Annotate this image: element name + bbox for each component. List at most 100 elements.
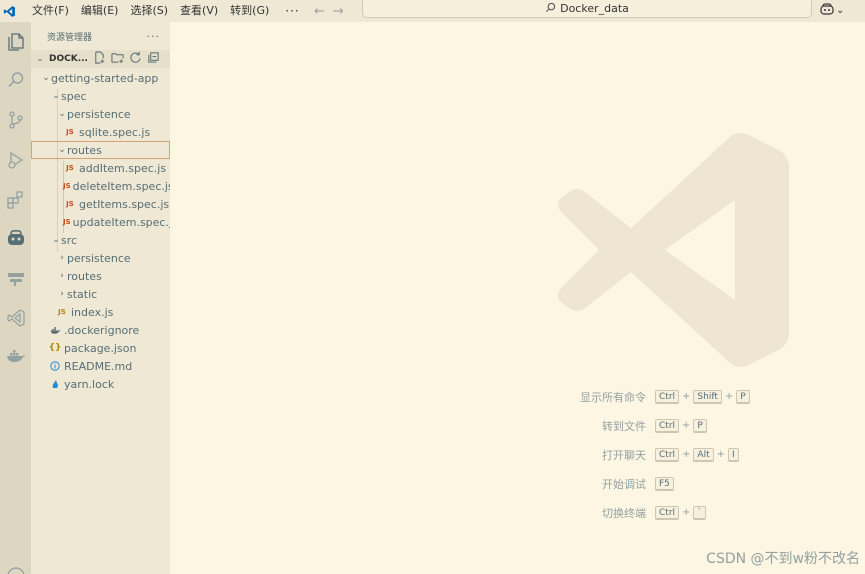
- key-ctrl: Ctrl: [655, 418, 680, 433]
- info-icon: [48, 361, 62, 371]
- shortcut-show-all-commands: 显示所有命令 Ctrl + Shift + P: [570, 382, 750, 411]
- shortcut-label: 开始调试: [602, 477, 646, 491]
- tree-item-label: updateItem.spec.js: [72, 215, 178, 229]
- vscode-watermark-icon: [555, 130, 791, 373]
- collapse-all-icon[interactable]: [147, 51, 160, 67]
- command-center[interactable]: Docker_data: [362, 0, 812, 18]
- shortcut-label: 切换终端: [602, 506, 646, 520]
- tree-item-label: yarn.lock: [64, 377, 115, 391]
- back-arrow-icon[interactable]: ←: [314, 4, 325, 19]
- tree-item-label: .dockerignore: [64, 323, 140, 337]
- source-control-icon[interactable]: [0, 106, 31, 134]
- explorer-sidebar: 资源管理器 ··· ⌄ DOCK... ⌄ getting-started-ap…: [31, 22, 178, 574]
- key-shift: Shift: [693, 389, 722, 404]
- tree-file-updateitem-spec[interactable]: JS updateItem.spec.js: [31, 213, 178, 231]
- tree-folder-routes-selected[interactable]: ⌄ routes: [31, 141, 170, 159]
- tree-file-getitems-spec[interactable]: JS getItems.spec.js: [31, 195, 170, 213]
- chevron-down-icon: ⌄: [52, 235, 60, 245]
- chevron-down-icon: ⌄: [42, 73, 50, 83]
- javascript-file-icon: JS: [66, 200, 74, 208]
- menu-more-button[interactable]: ···: [275, 4, 309, 18]
- tree-item-label: persistence: [67, 107, 131, 121]
- javascript-file-icon: JS: [66, 164, 74, 172]
- visual-studio-icon[interactable]: [0, 304, 31, 332]
- menu-edit[interactable]: 编辑(E): [75, 0, 125, 22]
- tree-folder-src-persistence[interactable]: › persistence: [31, 249, 170, 267]
- tree-file-additem-spec[interactable]: JS addItem.spec.js: [31, 159, 170, 177]
- csdn-watermark: CSDN @不到w粉不改名: [706, 551, 860, 567]
- key-i: I: [727, 447, 739, 462]
- remote-explorer-icon[interactable]: [0, 264, 31, 292]
- shortcut-open-chat: 打开聊天 Ctrl + Alt + I: [570, 440, 750, 469]
- tree-folder-src-routes[interactable]: › routes: [31, 267, 170, 285]
- tree-file-deleteitem-spec[interactable]: JS deleteItem.spec.js: [31, 177, 174, 195]
- chevron-down-icon: ⌄: [58, 109, 66, 119]
- shortcut-start-debugging: 开始调试 F5: [570, 469, 750, 498]
- command-center-label: Docker_data: [560, 2, 629, 15]
- javascript-file-icon: JS: [58, 308, 66, 316]
- tree-item-label: addItem.spec.js: [79, 161, 167, 175]
- docker-icon[interactable]: [0, 342, 31, 370]
- tree-folder-getting-started-app[interactable]: ⌄ getting-started-app: [31, 69, 170, 87]
- copilot-icon: [820, 2, 834, 18]
- editor-area: 显示所有命令 Ctrl + Shift + P 转到文件 Ctrl + P 打开…: [170, 22, 865, 574]
- chevron-right-icon: ›: [60, 253, 64, 263]
- tree-item-label: routes: [67, 269, 102, 283]
- tree-file-yarn-lock[interactable]: yarn.lock: [31, 375, 170, 393]
- tree-item-label: routes: [67, 143, 102, 157]
- key-alt: Alt: [693, 447, 714, 462]
- tree-folder-persistence[interactable]: ⌄ persistence: [31, 105, 170, 123]
- refresh-icon[interactable]: [129, 51, 142, 67]
- shortcut-go-to-file: 转到文件 Ctrl + P: [570, 411, 750, 440]
- tree-item-label: static: [67, 287, 98, 301]
- javascript-file-icon: JS: [66, 128, 74, 136]
- explorer-more-button[interactable]: ···: [147, 30, 161, 43]
- chevron-right-icon: ›: [60, 289, 64, 299]
- search-icon[interactable]: [0, 66, 31, 94]
- key-ctrl: Ctrl: [655, 447, 680, 462]
- new-folder-icon[interactable]: [111, 51, 124, 67]
- tree-folder-spec[interactable]: ⌄ spec: [31, 87, 170, 105]
- tree-item-label: index.js: [71, 305, 114, 319]
- shortcut-toggle-terminal: 切换终端 Ctrl + `: [570, 498, 750, 527]
- docker-file-icon: [48, 326, 62, 335]
- account-icon[interactable]: [0, 562, 31, 574]
- explorer-header: 资源管理器 ···: [31, 22, 170, 50]
- shortcut-label: 转到文件: [602, 419, 646, 433]
- menu-view[interactable]: 查看(V): [174, 0, 224, 22]
- json-file-icon: {}: [48, 343, 62, 353]
- copilot-chat-icon[interactable]: [0, 224, 31, 252]
- forward-arrow-icon[interactable]: →: [333, 4, 344, 19]
- tree-item-label: deleteItem.spec.js: [72, 179, 174, 193]
- chevron-right-icon: ›: [60, 271, 64, 281]
- new-file-icon[interactable]: [93, 51, 106, 67]
- explorer-icon[interactable]: [0, 28, 31, 56]
- tree-file-readme[interactable]: README.md: [31, 357, 170, 375]
- tree-item-label: persistence: [67, 251, 131, 265]
- shortcut-list: 显示所有命令 Ctrl + Shift + P 转到文件 Ctrl + P 打开…: [570, 382, 750, 527]
- menu-selection[interactable]: 选择(S): [124, 0, 174, 22]
- key-backtick: `: [693, 505, 706, 520]
- tree-file-dockerignore[interactable]: .dockerignore: [31, 321, 170, 339]
- tree-item-label: src: [61, 233, 78, 247]
- menu-go[interactable]: 转到(G): [224, 0, 275, 22]
- extensions-icon[interactable]: [0, 186, 31, 214]
- chevron-down-icon: ⌄: [36, 54, 44, 64]
- menu-file[interactable]: 文件(F): [26, 0, 75, 22]
- vscode-logo-icon[interactable]: [2, 4, 16, 18]
- tree-folder-src[interactable]: ⌄ src: [31, 231, 170, 249]
- workspace-section-header[interactable]: ⌄ DOCK...: [31, 50, 170, 68]
- tree-file-package-json[interactable]: {} package.json: [31, 339, 170, 357]
- shortcut-label: 显示所有命令: [580, 390, 646, 404]
- run-debug-icon[interactable]: [0, 146, 31, 174]
- explorer-toolbar: [93, 51, 160, 67]
- copilot-button[interactable]: ⌄: [820, 0, 844, 20]
- chevron-down-icon: ⌄: [836, 4, 845, 16]
- key-f5: F5: [655, 476, 674, 491]
- tree-file-sqlite-spec[interactable]: JS sqlite.spec.js: [31, 123, 170, 141]
- yarn-icon: [48, 379, 62, 389]
- tree-file-index-js[interactable]: JS index.js: [31, 303, 170, 321]
- tree-folder-src-static[interactable]: › static: [31, 285, 170, 303]
- chevron-down-icon: ⌄: [58, 145, 66, 155]
- title-bar: 文件(F) 编辑(E) 选择(S) 查看(V) 转到(G) ··· ← → Do…: [0, 0, 865, 22]
